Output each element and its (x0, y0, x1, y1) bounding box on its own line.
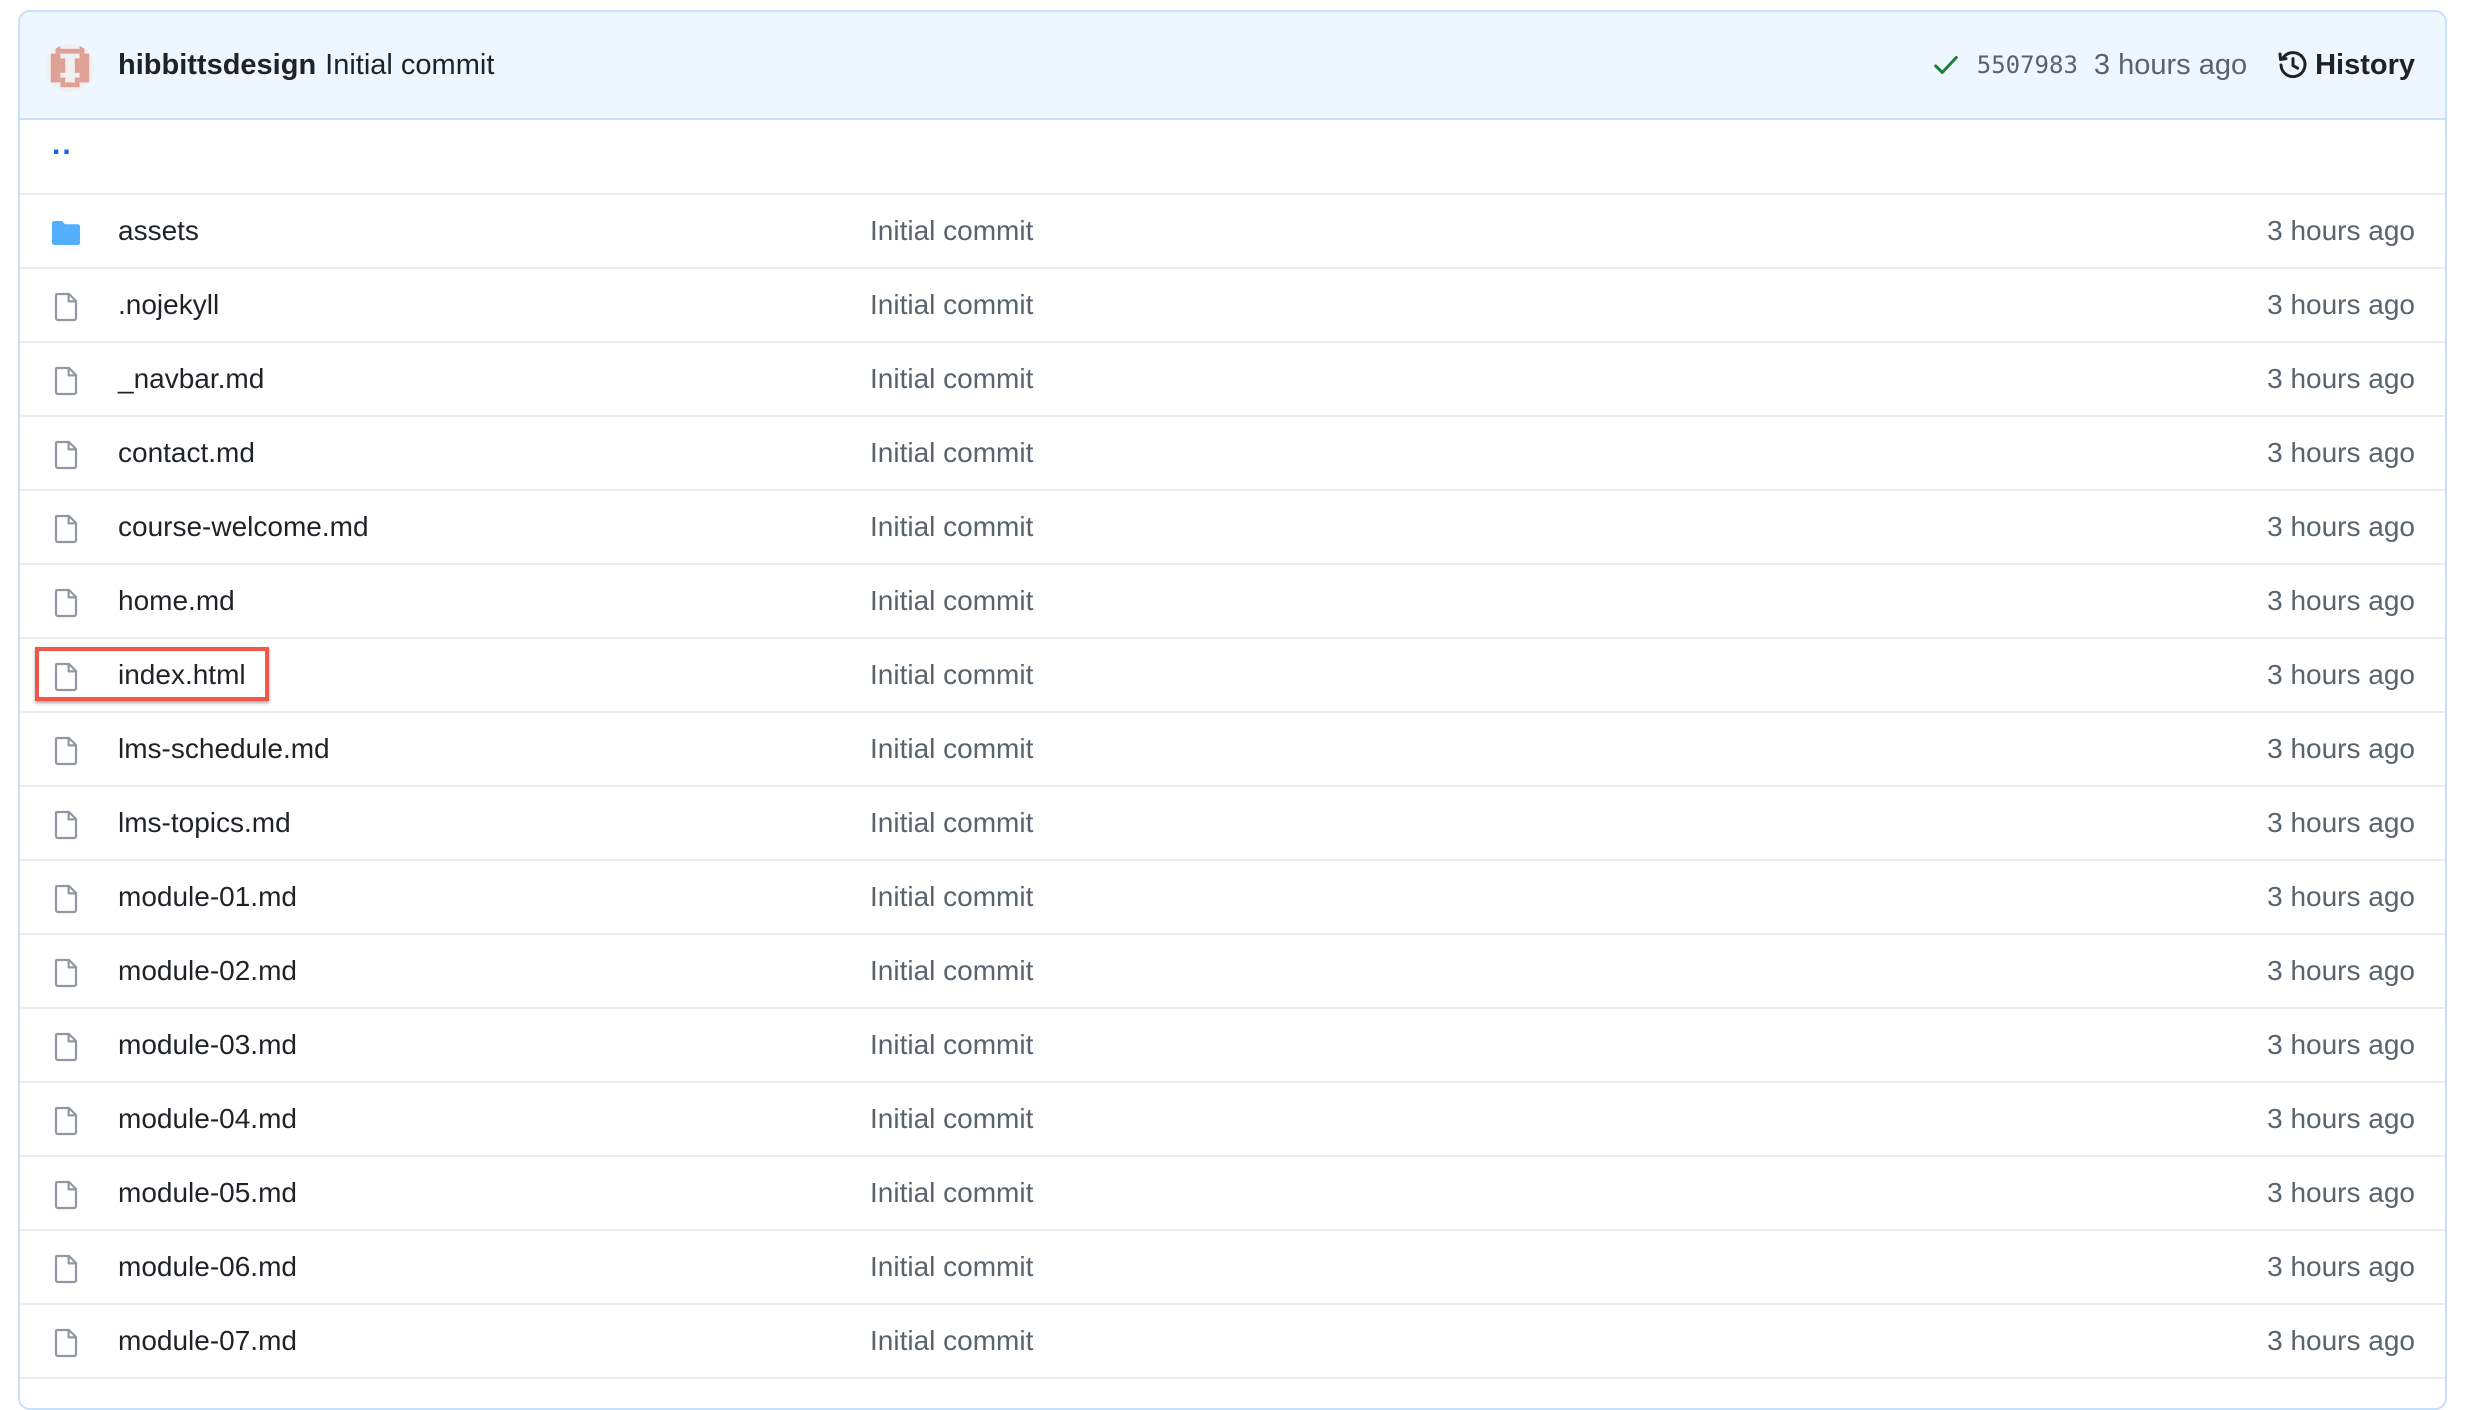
file-row[interactable]: module-07.md Initial commit 3 hours ago (20, 1305, 2445, 1379)
file-name-link[interactable]: module-02.md (118, 935, 297, 1007)
file-name-link[interactable]: module-05.md (118, 1157, 297, 1229)
file-icon (54, 1032, 78, 1062)
file-row[interactable]: module-04.md Initial commit 3 hours ago (20, 1083, 2445, 1157)
commit-message-link[interactable]: Initial commit (870, 861, 1033, 933)
check-icon[interactable] (1931, 50, 1961, 80)
commit-time: 3 hours ago (2267, 733, 2415, 764)
file-name-link[interactable]: module-03.md (118, 1009, 297, 1081)
file-icon (54, 1106, 78, 1136)
file-name-link[interactable]: index.html (118, 639, 246, 711)
parent-directory-link[interactable]: .. (52, 128, 73, 162)
commit-message-link[interactable]: Initial commit (870, 491, 1033, 563)
commit-message-link[interactable]: Initial commit (870, 935, 1033, 1007)
file-name-link[interactable]: .nojekyll (118, 269, 219, 341)
commit-time: 3 hours ago (2267, 1177, 2415, 1208)
file-row[interactable]: module-02.md Initial commit 3 hours ago (20, 935, 2445, 1009)
file-row[interactable]: module-03.md Initial commit 3 hours ago (20, 1009, 2445, 1083)
file-row[interactable]: contact.md Initial commit 3 hours ago (20, 417, 2445, 491)
commit-sha-link[interactable]: 5507983 (1977, 51, 2078, 79)
file-icon (54, 1254, 78, 1284)
file-name-link[interactable]: lms-schedule.md (118, 713, 330, 785)
commit-details: 5507983 3 hours ago History (1931, 12, 2415, 118)
file-icon (54, 440, 78, 470)
commit-time: 3 hours ago (2267, 881, 2415, 912)
file-name-link[interactable]: assets (118, 195, 199, 267)
file-row[interactable]: _navbar.md Initial commit 3 hours ago (20, 343, 2445, 417)
file-row[interactable]: index.html Initial commit 3 hours ago (20, 639, 2445, 713)
file-icon (54, 366, 78, 396)
file-icon (54, 884, 78, 914)
file-name-link[interactable]: contact.md (118, 417, 255, 489)
file-name-link[interactable]: module-01.md (118, 861, 297, 933)
file-name-link[interactable]: course-welcome.md (118, 491, 369, 563)
commit-time: 3 hours ago (2267, 215, 2415, 246)
file-name-link[interactable]: _navbar.md (118, 343, 264, 415)
file-row[interactable]: module-05.md Initial commit 3 hours ago (20, 1157, 2445, 1231)
file-icon (54, 514, 78, 544)
avatar[interactable] (46, 44, 94, 92)
file-row[interactable]: course-welcome.md Initial commit 3 hours a… (20, 491, 2445, 565)
commit-message-link[interactable]: Initial commit (870, 1231, 1033, 1303)
commit-message-link[interactable]: Initial commit (870, 713, 1033, 785)
commit-time: 3 hours ago (2267, 363, 2415, 394)
file-icon (54, 958, 78, 988)
file-icon (54, 292, 78, 322)
file-name-link[interactable]: module-04.md (118, 1083, 297, 1155)
commit-message-link[interactable]: Initial commit (870, 565, 1033, 637)
commit-message-link[interactable]: Initial commit (870, 417, 1033, 489)
commit-time: 3 hours ago (2267, 1029, 2415, 1060)
commit-time: 3 hours ago (2093, 48, 2248, 81)
commit-time: 3 hours ago (2267, 955, 2415, 986)
commit-message-link[interactable]: Initial commit (870, 343, 1033, 415)
file-name-link[interactable]: module-07.md (118, 1305, 297, 1377)
history-icon (2278, 51, 2307, 79)
commit-message-link[interactable]: Initial commit (870, 195, 1033, 267)
commit-message-link[interactable]: Initial commit (870, 269, 1033, 341)
commit-time: 3 hours ago (2267, 659, 2415, 690)
file-list: .. assets Initial commit 3 hours ago .nojek… (20, 120, 2445, 1379)
commit-message-link[interactable]: Initial commit (870, 1157, 1033, 1229)
file-row[interactable]: home.md Initial commit 3 hours ago (20, 565, 2445, 639)
file-row[interactable]: lms-schedule.md Initial commit 3 hours ago (20, 713, 2445, 787)
commit-message-link[interactable]: Initial commit (325, 49, 494, 82)
file-name-link[interactable]: lms-topics.md (118, 787, 291, 859)
file-row[interactable]: module-06.md Initial commit 3 hours ago (20, 1231, 2445, 1305)
commit-time: 3 hours ago (2267, 437, 2415, 468)
commit-time: 3 hours ago (2267, 585, 2415, 616)
folder-icon (52, 221, 80, 245)
parent-directory-row[interactable]: .. (20, 120, 2445, 195)
commit-message-link[interactable]: Initial commit (870, 639, 1033, 711)
commit-time: 3 hours ago (2267, 289, 2415, 320)
commit-time: 3 hours ago (2267, 511, 2415, 542)
file-icon (54, 810, 78, 840)
file-row[interactable]: assets Initial commit 3 hours ago (20, 195, 2445, 269)
commit-time: 3 hours ago (2267, 1103, 2415, 1134)
latest-commit-bar: hibbittsdesign Initial commit 5507983 3 … (20, 12, 2445, 120)
file-browser: hibbittsdesign Initial commit 5507983 3 … (18, 10, 2447, 1410)
history-label: History (2315, 48, 2415, 81)
commit-message-link[interactable]: Initial commit (870, 787, 1033, 859)
commit-time: 3 hours ago (2267, 807, 2415, 838)
file-row[interactable]: lms-topics.md Initial commit 3 hours ago (20, 787, 2445, 861)
commit-time: 3 hours ago (2267, 1325, 2415, 1356)
commit-summary: hibbittsdesign Initial commit (118, 12, 494, 118)
history-button[interactable]: History (2277, 49, 2415, 82)
commit-message-link[interactable]: Initial commit (870, 1305, 1033, 1377)
commit-message-link[interactable]: Initial commit (870, 1009, 1033, 1081)
commit-time: 3 hours ago (2267, 1251, 2415, 1282)
file-row[interactable]: .nojekyll Initial commit 3 hours ago (20, 269, 2445, 343)
identicon-icon (46, 44, 94, 92)
file-name-link[interactable]: module-06.md (118, 1231, 297, 1303)
file-icon (54, 1180, 78, 1210)
file-row[interactable]: module-01.md Initial commit 3 hours ago (20, 861, 2445, 935)
file-icon (54, 1328, 78, 1358)
file-icon (54, 736, 78, 766)
file-name-link[interactable]: home.md (118, 565, 235, 637)
commit-message-link[interactable]: Initial commit (870, 1083, 1033, 1155)
commit-author-link[interactable]: hibbittsdesign (118, 49, 316, 82)
file-icon (54, 662, 78, 692)
file-icon (54, 588, 78, 618)
